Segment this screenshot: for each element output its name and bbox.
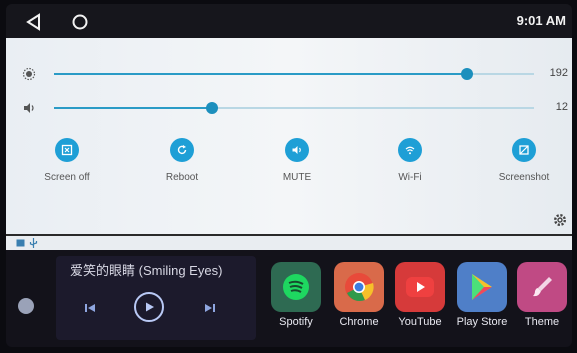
volume-icon [24,103,34,113]
tile-label: Screenshot [498,172,550,183]
brightness-fill [54,73,467,75]
tile-label: Screen off [44,172,90,183]
app-spotify[interactable]: Spotify [268,262,324,328]
play-icon [146,302,154,312]
app-play-store[interactable]: Play Store [454,262,510,328]
song-title: 爱笑的眼睛 (Smiling Eyes) [70,263,223,278]
tile-label: Reboot [165,172,199,183]
brightness-value: 192 [549,67,568,79]
tile-mute[interactable]: MUTE [252,138,342,183]
skip-back-icon [85,304,95,312]
screenshot-icon [512,138,536,162]
tile-screenshot[interactable]: Screenshot [479,138,569,183]
status-bar: 9:01 AM [6,4,572,38]
app-label: YouTube [398,316,442,328]
app-label: Spotify [279,316,313,328]
app-theme[interactable]: Theme [514,262,570,328]
youtube-icon [395,262,445,312]
brightness-icon [22,67,36,81]
tile-screen-off[interactable]: Screen off [22,138,112,183]
tile-label: MUTE [282,172,312,183]
spotify-icon [271,262,321,312]
next-track-button[interactable] [202,300,218,316]
launcher-area: 爱笑的眼睛 (Smiling Eyes) Spotify Chrome YouT… [6,250,572,347]
volume-thumb[interactable] [206,102,219,114]
tile-reboot[interactable]: Reboot [137,138,227,183]
app-youtube[interactable]: YouTube [392,262,448,328]
clock: 9:01 AM [516,13,566,28]
wifi-icon [398,138,422,162]
quick-settings-panel: 192 12 Screen off Reboot MUTE Wi-Fi Scre… [6,38,572,234]
play-store-icon [457,262,507,312]
image-icon [16,239,25,247]
tile-label: Wi-Fi [398,172,422,183]
brightness-thumb[interactable] [460,68,473,80]
usb-icon [29,238,38,248]
app-label: Play Store [456,316,508,328]
tile-wifi[interactable]: Wi-Fi [365,138,455,183]
volume-fill [54,107,213,109]
volume-slider-row: 12 [6,98,572,118]
screen-off-icon [55,138,79,162]
skip-forward-icon [205,304,215,312]
chrome-icon [334,262,384,312]
play-button[interactable] [134,292,164,322]
notification-strip [6,236,572,250]
gear-icon[interactable] [552,212,568,228]
mute-icon [285,138,309,162]
previous-track-button[interactable] [82,300,98,316]
volume-value: 12 [555,101,568,113]
dock-dot-icon[interactable] [18,298,34,314]
volume-slider[interactable] [54,102,534,114]
paint-brush-icon [517,262,567,312]
app-label: Chrome [339,316,379,328]
brightness-slider-row: 192 [6,64,572,84]
brightness-slider[interactable] [54,68,534,80]
reboot-icon [170,138,194,162]
home-circle-icon[interactable] [68,10,92,34]
device-screen: 9:01 AM 192 12 Screen off Reboot MUTE Wi… [6,4,572,347]
app-chrome[interactable]: Chrome [331,262,387,328]
app-label: Theme [524,316,560,328]
back-triangle-icon[interactable] [22,10,46,34]
